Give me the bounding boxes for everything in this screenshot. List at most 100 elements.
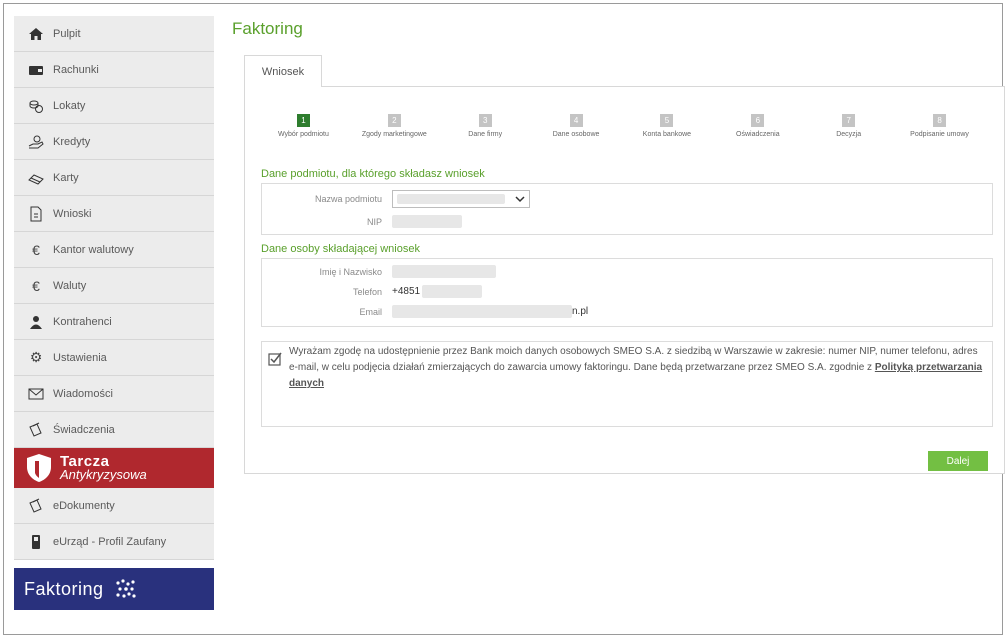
step-label: Decyzja — [836, 131, 862, 138]
email-row: Email n.pl — [262, 305, 588, 318]
sidebar-item-edokumenty[interactable]: eDokumenty — [14, 488, 214, 524]
redacted-value — [397, 194, 505, 204]
step-5[interactable]: 5 Konta bankowe — [622, 114, 713, 138]
sidebar: Pulpit Rachunki Lokaty Kredyty Karty Wni… — [14, 16, 214, 610]
sidebar-item-label: Kredyty — [53, 135, 91, 148]
redacted-value — [392, 215, 462, 228]
sidebar-item-label: Pulpit — [53, 27, 81, 40]
documents-icon — [28, 422, 44, 438]
step-number: 8 — [933, 114, 947, 127]
wizard-steps: 1 Wybór podmiotu 2 Zgody marketingowe 3 Dan… — [258, 114, 985, 138]
step-number: 2 — [387, 114, 401, 127]
redacted-value — [392, 305, 572, 318]
sidebar-item-eurzad[interactable]: eUrząd - Profil Zaufany — [14, 524, 214, 560]
sidebar-item-label: Świadczenia — [53, 423, 115, 436]
sidebar-item-label: eUrząd - Profil Zaufany — [53, 535, 167, 548]
step-3[interactable]: 3 Dane firmy — [440, 114, 531, 138]
envelope-icon — [28, 386, 44, 402]
sidebar-item-label: Kantor walutowy — [53, 243, 134, 256]
person-name-row: Imię i Nazwisko — [262, 265, 496, 278]
documents-icon — [28, 498, 44, 514]
section-entity-box: Nazwa podmiotu NIP — [261, 183, 993, 235]
step-number: 7 — [842, 114, 856, 127]
sidebar-item-lokaty[interactable]: Lokaty — [14, 88, 214, 124]
sidebar-item-karty[interactable]: Karty — [14, 160, 214, 196]
card-icon — [28, 170, 44, 186]
coins-icon — [28, 98, 44, 114]
step-label: Oświadczenia — [736, 131, 780, 138]
step-label: Zgody marketingowe — [361, 131, 427, 138]
redacted-value — [392, 265, 496, 278]
section-entity-title: Dane podmiotu, dla którego składasz wnio… — [261, 168, 485, 180]
sidebar-item-kantor-walutowy[interactable]: € Kantor walutowy — [14, 232, 214, 268]
step-4[interactable]: 4 Dane osobowe — [531, 114, 622, 138]
document-icon — [28, 206, 44, 222]
person-name-label: Imię i Nazwisko — [319, 266, 382, 277]
phone-value: +4851 — [392, 286, 421, 297]
phone-label: Telefon — [352, 286, 382, 297]
faktoring-banner[interactable]: Faktoring — [14, 568, 214, 610]
entity-name-label: Nazwa podmiotu — [314, 194, 382, 204]
sidebar-item-wnioski[interactable]: Wnioski — [14, 196, 214, 232]
sidebar-item-swiadczenia[interactable]: Świadczenia — [14, 412, 214, 448]
sidebar-item-waluty[interactable]: € Waluty — [14, 268, 214, 304]
next-button[interactable]: Dalej — [928, 451, 988, 471]
step-label: Dane firmy — [468, 131, 503, 138]
sidebar-item-label: Rachunki — [53, 63, 99, 76]
step-label: Konta bankowe — [642, 131, 692, 138]
step-2[interactable]: 2 Zgody marketingowe — [349, 114, 440, 138]
page-title: Faktoring — [232, 19, 303, 38]
id-icon — [28, 534, 44, 550]
application-panel: 1 Wybór podmiotu 2 Zgody marketingowe 3 Dan… — [244, 86, 1005, 474]
phone-row: Telefon +4851 — [262, 285, 483, 298]
entity-name-row: Nazwa podmiotu — [262, 190, 530, 208]
step-6[interactable]: 6 Oświadczenia — [712, 114, 803, 138]
step-number: 6 — [751, 114, 765, 127]
entity-name-select[interactable] — [392, 190, 530, 208]
gear-icon: ⚙ — [29, 349, 43, 365]
sidebar-item-wiadomosci[interactable]: Wiadomości — [14, 376, 214, 412]
step-number: 5 — [660, 114, 674, 127]
sidebar-item-label: Kontrahenci — [53, 315, 112, 328]
sidebar-item-label: eDokumenty — [53, 499, 115, 512]
section-person-title: Dane osoby składającej wniosek — [261, 243, 420, 255]
sidebar-item-label: Waluty — [53, 279, 87, 292]
sidebar-item-label: Ustawienia — [53, 351, 107, 364]
sidebar-item-label: Wiadomości — [53, 387, 113, 400]
sidebar-item-label: Karty — [53, 171, 79, 184]
sidebar-item-label: Wnioski — [53, 207, 92, 220]
tarcza-antykryzysowa-banner[interactable]: Tarcza Antykryzysowa — [14, 448, 214, 488]
sidebar-item-kredyty[interactable]: Kredyty — [14, 124, 214, 160]
tab-wniosek[interactable]: Wniosek — [244, 55, 322, 87]
email-label: Email — [359, 306, 382, 317]
step-1[interactable]: 1 Wybór podmiotu — [258, 114, 349, 138]
nip-label: NIP — [366, 216, 382, 227]
step-number: 4 — [569, 114, 583, 127]
sidebar-item-kontrahenci[interactable]: Kontrahenci — [14, 304, 214, 340]
redacted-value — [422, 285, 483, 298]
step-number: 3 — [478, 114, 492, 127]
step-label: Podpisanie umowy — [910, 131, 969, 138]
people-icon — [28, 314, 44, 330]
shield-icon — [27, 454, 51, 482]
step-number: 1 — [296, 114, 310, 127]
sidebar-item-label: Lokaty — [53, 99, 86, 112]
email-value: n.pl — [572, 306, 589, 317]
step-7[interactable]: 7 Decyzja — [803, 114, 894, 138]
step-8[interactable]: 8 Podpisanie umowy — [894, 114, 985, 138]
dots-logo-icon — [115, 579, 136, 598]
nip-row: NIP — [262, 215, 462, 228]
wallet-icon — [28, 62, 44, 78]
faktoring-banner-label: Faktoring — [24, 578, 104, 599]
home-icon — [28, 26, 44, 42]
chevron-down-icon — [515, 196, 525, 203]
step-label: Wybór podmiotu — [277, 131, 329, 138]
sidebar-item-rachunki[interactable]: Rachunki — [14, 52, 214, 88]
step-label: Dane osobowe — [552, 131, 600, 138]
hand-coins-icon — [28, 134, 44, 150]
sidebar-item-ustawienia[interactable]: ⚙ Ustawienia — [14, 340, 214, 376]
sidebar-item-pulpit[interactable]: Pulpit — [14, 16, 214, 52]
tarcza-subtitle: Antykryzysowa — [60, 467, 147, 482]
euro-icon: € — [32, 277, 40, 294]
checkbox-checked-icon[interactable] — [268, 352, 282, 366]
